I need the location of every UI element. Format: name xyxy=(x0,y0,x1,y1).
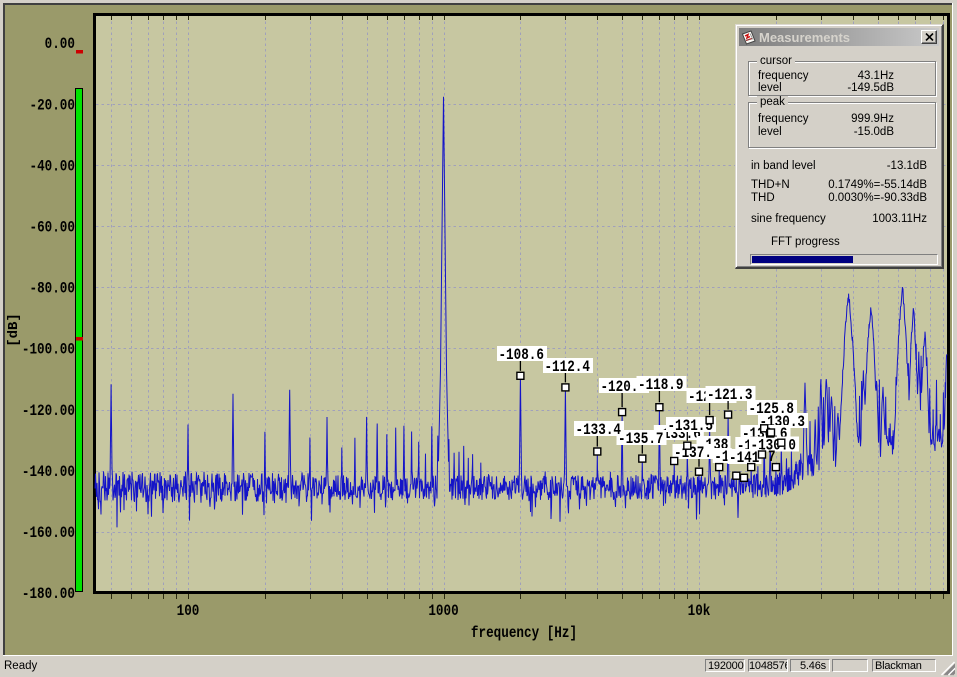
svg-text:-80.00: -80.00 xyxy=(29,280,74,298)
svg-text:-137.: -137. xyxy=(674,445,712,463)
svg-text:-120.00: -120.00 xyxy=(22,403,75,421)
svg-text:-108.6: -108.6 xyxy=(498,347,543,365)
svg-text:1000: 1000 xyxy=(428,603,458,621)
svg-text:-20.00: -20.00 xyxy=(29,97,74,115)
svg-text:-112.4: -112.4 xyxy=(544,359,590,377)
svg-text:[dB]: [dB] xyxy=(6,313,22,347)
svg-text:100: 100 xyxy=(177,603,200,621)
svg-text:-100.00: -100.00 xyxy=(22,341,75,359)
svg-text:-135.7: -135.7 xyxy=(618,431,663,449)
svg-text:-121.3: -121.3 xyxy=(707,387,752,405)
svg-text:10k: 10k xyxy=(688,603,711,621)
svg-text:-60.00: -60.00 xyxy=(29,219,74,237)
svg-text:-160.00: -160.00 xyxy=(22,525,75,543)
svg-text:0.00: 0.00 xyxy=(45,36,75,54)
svg-text:-133.4: -133.4 xyxy=(576,422,622,440)
svg-text:-140.00: -140.00 xyxy=(22,464,75,482)
svg-text:-180.00: -180.00 xyxy=(22,586,75,604)
svg-text:-118.9: -118.9 xyxy=(638,377,683,395)
svg-text:frequency [Hz]: frequency [Hz] xyxy=(471,625,577,643)
svg-text:-40.00: -40.00 xyxy=(29,158,74,176)
